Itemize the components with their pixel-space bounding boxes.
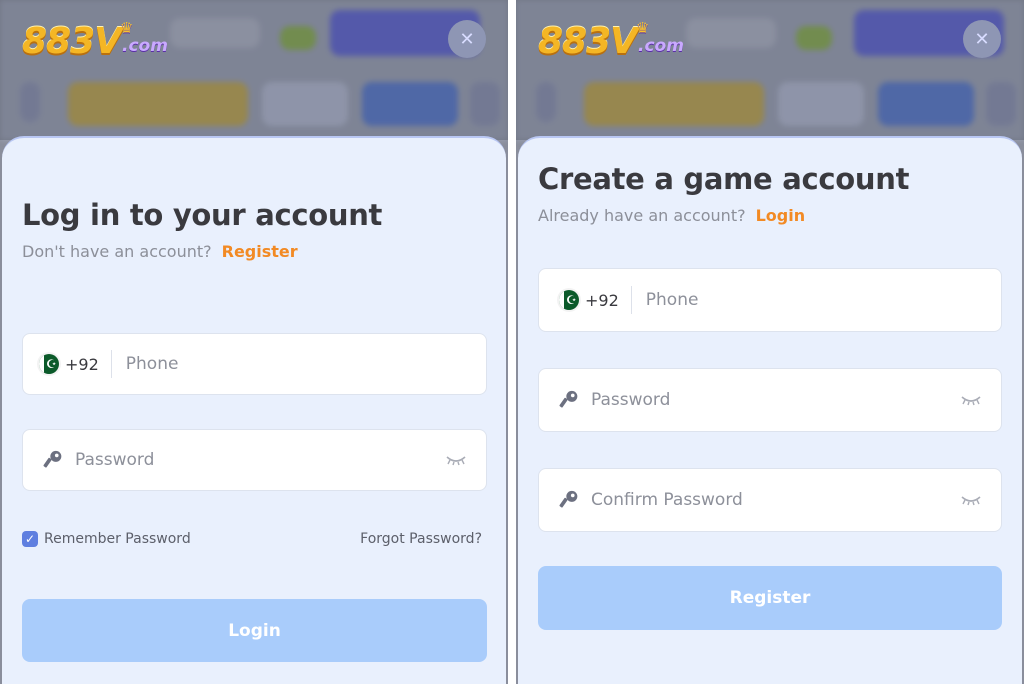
- register-link[interactable]: Register: [222, 242, 298, 261]
- confirm-password-field[interactable]: Confirm Password: [538, 468, 1002, 532]
- register-panel: 883V ♛ .com ✕ Create a game account Alre…: [516, 0, 1024, 684]
- logo-suffix-text: ♛ .com: [636, 19, 684, 56]
- subtitle-text: Don't have an account?: [22, 242, 212, 261]
- remember-checkbox[interactable]: ✓: [22, 531, 38, 547]
- pakistan-flag-icon: ☪: [559, 290, 579, 310]
- page-subtitle: Already have an account? Login: [538, 206, 805, 225]
- password-input[interactable]: Password: [75, 450, 154, 470]
- eye-closed-icon[interactable]: [961, 494, 981, 506]
- crown-icon: ♛: [120, 19, 134, 37]
- subtitle-text: Already have an account?: [538, 206, 746, 225]
- password-field[interactable]: Password: [22, 429, 487, 491]
- site-logo: 883V ♛ .com: [22, 14, 168, 60]
- page-title: Create a game account: [538, 162, 910, 196]
- site-logo: 883V ♛ .com: [538, 14, 684, 60]
- phone-input[interactable]: Phone: [646, 290, 699, 310]
- confirm-password-input[interactable]: Confirm Password: [591, 490, 743, 510]
- country-code[interactable]: +92: [585, 291, 619, 310]
- logo-main-text: 883V: [538, 21, 638, 62]
- remember-password[interactable]: ✓ Remember Password: [22, 531, 191, 547]
- key-icon: [43, 450, 62, 468]
- password-input[interactable]: Password: [591, 390, 670, 410]
- country-code[interactable]: +92: [65, 355, 99, 374]
- eye-closed-icon[interactable]: [961, 394, 981, 406]
- page-subtitle: Don't have an account? Register: [22, 242, 298, 261]
- phone-input[interactable]: Phone: [126, 354, 179, 374]
- remember-label[interactable]: Remember Password: [44, 531, 191, 547]
- logo-main-text: 883V: [22, 21, 122, 62]
- phone-field[interactable]: ☪ +92 Phone: [22, 333, 487, 395]
- page-title: Log in to your account: [22, 198, 383, 232]
- divider: [110, 350, 112, 378]
- divider: [630, 286, 632, 314]
- key-icon: [559, 390, 578, 408]
- password-field[interactable]: Password: [538, 368, 1002, 432]
- login-button[interactable]: Login: [22, 599, 487, 662]
- login-panel: 883V ♛ .com ✕ Log in to your account Don…: [0, 0, 508, 684]
- forgot-password-link[interactable]: Forgot Password?: [360, 531, 482, 547]
- crown-icon: ♛: [636, 19, 650, 37]
- pakistan-flag-icon: ☪: [39, 354, 59, 374]
- register-button[interactable]: Register: [538, 566, 1002, 630]
- eye-closed-icon[interactable]: [446, 454, 466, 466]
- logo-suffix-text: ♛ .com: [120, 19, 168, 56]
- login-link[interactable]: Login: [756, 206, 806, 225]
- close-icon[interactable]: ✕: [448, 20, 486, 58]
- close-icon[interactable]: ✕: [963, 20, 1001, 58]
- key-icon: [559, 490, 578, 508]
- phone-field[interactable]: ☪ +92 Phone: [538, 268, 1002, 332]
